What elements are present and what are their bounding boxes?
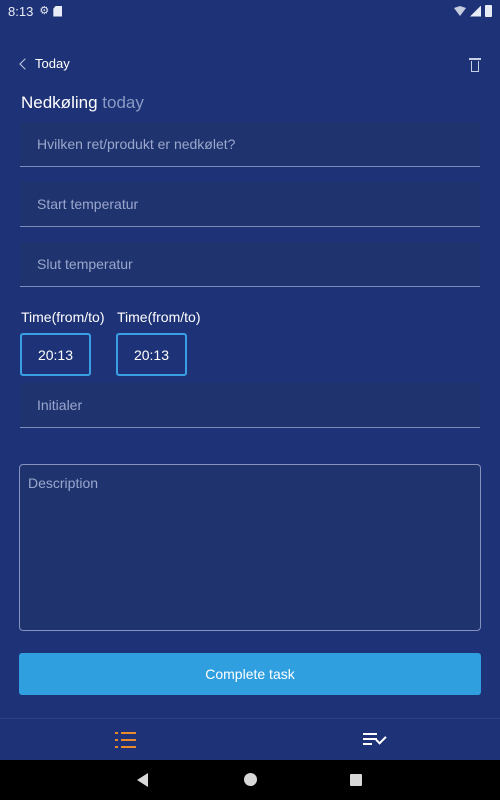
tab-task-list[interactable] [0,719,250,761]
status-bar: 8:13 ⚙ [0,0,500,22]
initials-field [20,383,480,428]
tab-completed-tasks[interactable] [250,719,500,761]
app-header: Today [0,52,500,80]
time-from-label: Time(from/to) [21,309,105,325]
product-input[interactable] [37,136,480,152]
back-label: Today [35,56,70,71]
list-icon [114,732,136,748]
time-to-label: Time(from/to) [117,309,201,325]
settings-icon: ⚙ [39,4,50,17]
system-home-icon[interactable] [244,773,257,786]
end-temperature-input[interactable] [37,256,480,272]
battery-icon [485,5,492,17]
page-title-main: Nedkøling [21,93,98,112]
product-field [20,122,480,167]
chevron-left-icon [19,57,31,70]
back-button[interactable]: Today [17,56,70,71]
complete-task-button[interactable]: Complete task [19,653,481,695]
wifi-icon [454,6,466,16]
delete-button[interactable] [469,58,481,73]
initials-input[interactable] [37,397,480,413]
time-from-picker[interactable]: 20:13 [20,333,91,376]
status-time: 8:13 [8,3,34,19]
checklist-icon [363,733,387,747]
start-temperature-field [20,182,480,227]
start-temperature-input[interactable] [37,196,480,212]
system-back-icon[interactable] [137,773,148,787]
status-right [454,5,492,17]
system-recents-icon[interactable] [350,774,362,786]
sd-card-icon [53,5,63,17]
description-textarea[interactable] [28,475,472,620]
page-title-subtitle: today [102,93,144,112]
system-navigation-bar [0,760,500,800]
trash-icon [469,58,481,60]
time-to-picker[interactable]: 20:13 [116,333,187,376]
description-field [19,464,481,631]
trash-can-body [471,61,479,72]
bottom-navigation [0,718,500,760]
end-temperature-field [20,242,480,287]
signal-icon [470,5,481,17]
page-title: Nedkøling today [21,93,144,113]
